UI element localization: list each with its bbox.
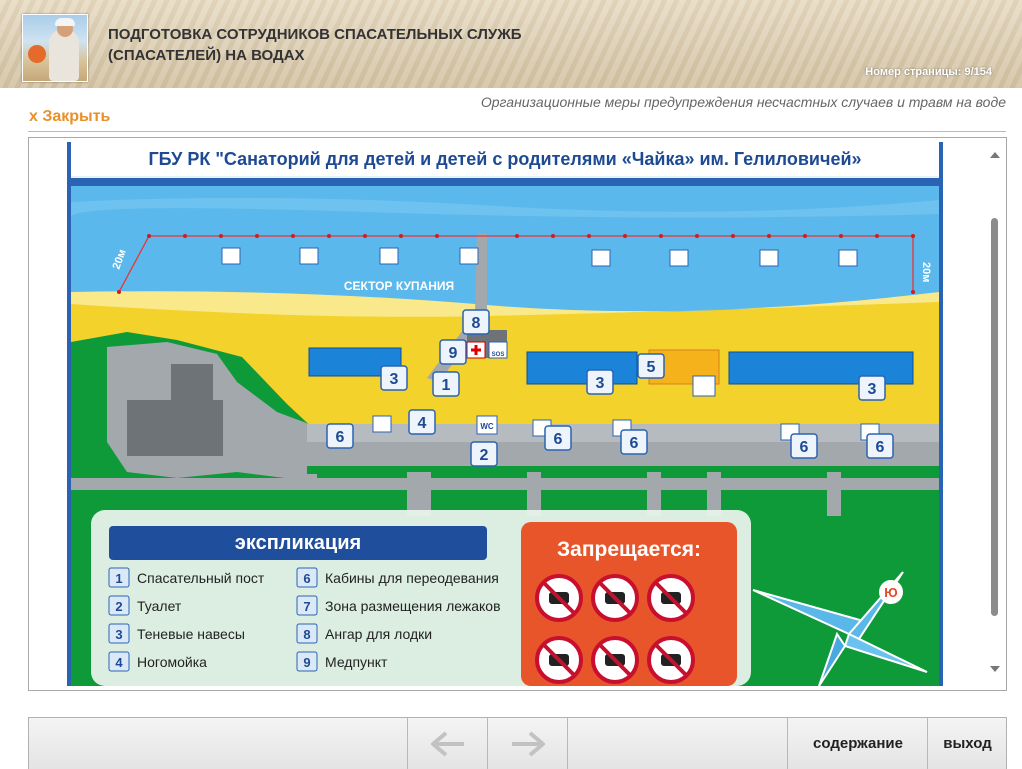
map-title: ГБУ РК "Санаторий для детей и детей с ро… — [148, 149, 861, 169]
map-marker: 6 — [620, 429, 648, 455]
swim-sector-label: СЕКТОР КУПАНИЯ — [344, 279, 454, 293]
lifeguard-photo — [22, 14, 88, 82]
arrow-left-icon[interactable] — [428, 729, 468, 759]
building-1 — [171, 364, 213, 400]
map-marker: 6 — [544, 425, 572, 451]
distance-right: 20м — [920, 262, 932, 282]
legend-item: 7 Зона размещения лежаков — [296, 595, 501, 616]
beach-map: ГБУ РК "Санаторий для детей и детей с ро… — [67, 142, 943, 686]
no-cars-icon — [647, 636, 695, 684]
lifeguard-cap — [55, 18, 75, 26]
compass-label: Ю — [884, 585, 897, 600]
page-number: Номер страницы: 9/154 — [865, 66, 992, 78]
vertical-scrollbar[interactable] — [984, 138, 1006, 690]
footer-nav: содержание выход — [28, 717, 1007, 769]
legend-number: 3 — [115, 627, 122, 642]
forbidden-title: Запрещается: — [557, 538, 701, 561]
map-marker: 2 — [470, 441, 498, 467]
legend-number: 7 — [303, 599, 310, 614]
legend-title: экспликация — [235, 532, 361, 554]
map-marker: 3 — [586, 369, 614, 395]
legend-number: 8 — [303, 627, 310, 642]
contents-button[interactable]: содержание — [787, 718, 928, 769]
legend-item: 9 Медпункт — [296, 651, 388, 672]
no-smoking-icon — [535, 574, 583, 622]
map-marker-label: 2 — [480, 447, 489, 464]
exit-button[interactable]: выход — [927, 718, 1007, 769]
map-marker-label: 6 — [336, 429, 345, 446]
scroll-up-icon[interactable] — [990, 152, 1000, 158]
divider — [28, 131, 1006, 132]
map-marker-label: 3 — [390, 371, 399, 388]
scroll-down-icon[interactable] — [990, 666, 1000, 672]
map-marker-label: 3 — [868, 381, 877, 398]
legend-number: 6 — [303, 571, 310, 586]
no-entry-sign — [692, 375, 716, 397]
map-marker-label: 5 — [647, 359, 656, 376]
legend-text: Спасательный пост — [137, 570, 265, 586]
map-marker-label: 9 — [449, 345, 458, 362]
next-page-button[interactable] — [487, 718, 568, 769]
legend-text: Теневые навесы — [137, 626, 245, 642]
header-banner: ПОДГОТОВКА СОТРУДНИКОВ СПАСАТЕЛЬНЫХ СЛУЖ… — [0, 0, 1022, 88]
map-marker: 4 — [408, 409, 436, 435]
no-tent-icon — [591, 574, 639, 622]
legend-item: 8 Ангар для лодки — [296, 623, 432, 644]
scroll-thumb[interactable] — [991, 218, 998, 616]
no-alcohol-icon — [591, 636, 639, 684]
arrow-right-icon[interactable] — [508, 729, 548, 759]
section-subtitle: Организационные меры предупреждения несч… — [480, 94, 1006, 110]
legend-number: 2 — [115, 599, 122, 614]
legend-item: 3 Теневые навесы — [108, 623, 245, 644]
title-strip — [71, 178, 939, 186]
map-marker-label: 8 — [472, 315, 481, 332]
legend-number: 1 — [115, 571, 122, 586]
lifebuoy — [28, 45, 46, 63]
map-marker: 6 — [790, 433, 818, 459]
no-dogs-icon — [647, 574, 695, 622]
map-marker: 6 — [866, 433, 894, 459]
no-fire-icon — [535, 636, 583, 684]
legend-text: Зона размещения лежаков — [325, 598, 501, 614]
map-marker: 6 — [326, 423, 354, 449]
map-marker: 3 — [380, 365, 408, 391]
map-marker-label: 6 — [630, 435, 639, 452]
map-marker: 5 — [637, 353, 665, 379]
close-button[interactable]: x Закрыть — [29, 108, 110, 126]
legend-item: 2 Туалет — [108, 595, 182, 616]
map-marker-label: 6 — [876, 439, 885, 456]
course-title: ПОДГОТОВКА СОТРУДНИКОВ СПАСАТЕЛЬНЫХ СЛУЖ… — [108, 26, 522, 64]
legend-text: Ногомойка — [137, 654, 207, 670]
legend-text: Ангар для лодки — [325, 626, 432, 642]
legend-text: Туалет — [137, 598, 182, 614]
map-marker: 9 — [439, 339, 467, 365]
legend-item: 6 Кабины для переодевания — [296, 567, 499, 588]
sos-label: SOS — [492, 352, 505, 358]
image-viewer: ГБУ РК "Санаторий для детей и детей с ро… — [28, 137, 1007, 691]
wc-label: WC — [480, 422, 494, 431]
map-marker-label: 6 — [800, 439, 809, 456]
legend-text: Кабины для переодевания — [325, 570, 499, 586]
legend-number: 4 — [115, 655, 123, 670]
map-marker-label: 1 — [442, 377, 451, 394]
legend-number: 9 — [303, 655, 310, 670]
map-marker: 1 — [432, 371, 460, 397]
map-marker-label: 3 — [596, 375, 605, 392]
legend-item: 4 Ногомойка — [108, 651, 207, 672]
prev-page-button[interactable] — [407, 718, 488, 769]
map-marker: 8 — [462, 309, 490, 335]
legend-text: Медпункт — [325, 654, 388, 670]
road-edge — [307, 466, 939, 474]
map-marker-label: 4 — [418, 415, 427, 432]
map-marker: 3 — [858, 375, 886, 401]
map-marker-label: 6 — [554, 431, 563, 448]
building-2 — [127, 400, 223, 456]
footer-spacer — [567, 718, 788, 769]
